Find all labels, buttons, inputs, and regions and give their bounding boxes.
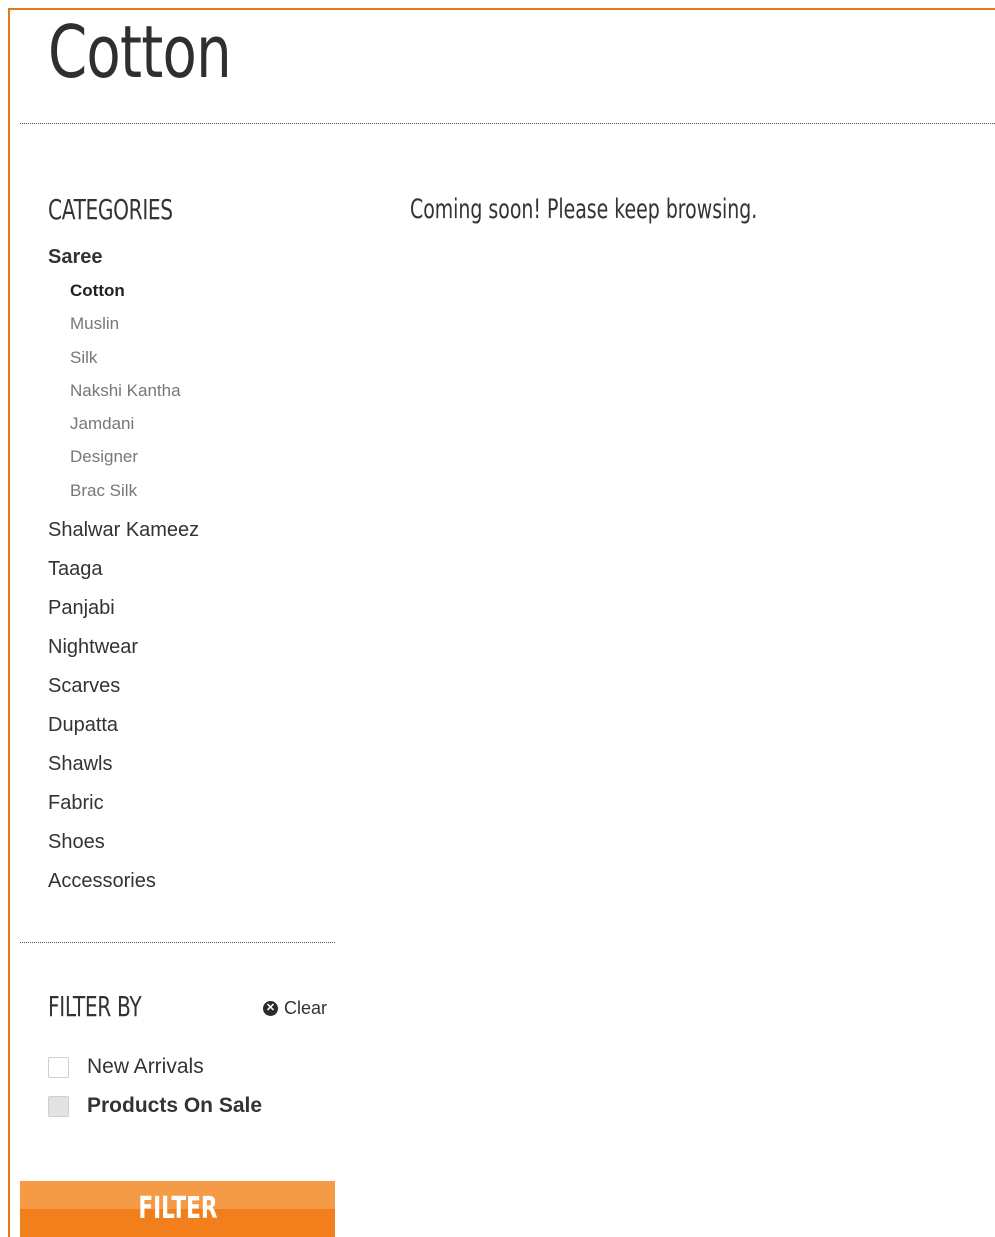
- category-item-fabric[interactable]: Fabric: [48, 784, 338, 823]
- filter-option-new-arrivals[interactable]: New Arrivals: [48, 1054, 204, 1080]
- subcategory-list: Cotton Muslin Silk Nakshi Kantha Jamdani…: [48, 274, 338, 507]
- filter-heading: FILTER BY: [48, 990, 142, 1023]
- filter-button[interactable]: FILTER: [20, 1181, 335, 1237]
- category-list: Saree Cotton Muslin Silk Nakshi Kantha J…: [48, 242, 338, 901]
- category-item-dupatta[interactable]: Dupatta: [48, 706, 338, 745]
- new-arrivals-checkbox[interactable]: [48, 1056, 69, 1078]
- category-item-nightwear[interactable]: Nightwear: [48, 628, 338, 667]
- subcategory-item-designer[interactable]: Designer: [70, 440, 338, 473]
- page-title: Cotton: [48, 10, 232, 94]
- category-item-shoes[interactable]: Shoes: [48, 823, 338, 862]
- clear-filter-link[interactable]: ✕ Clear: [263, 997, 327, 1019]
- category-item-shawls[interactable]: Shawls: [48, 745, 338, 784]
- category-item-panjabi[interactable]: Panjabi: [48, 589, 338, 628]
- subcategory-group: Cotton Muslin Silk Nakshi Kantha Jamdani…: [48, 274, 338, 507]
- clear-label: Clear: [284, 998, 328, 1018]
- category-item-accessories[interactable]: Accessories: [48, 862, 338, 901]
- coming-soon-message: Coming soon! Please keep browsing.: [410, 194, 758, 225]
- close-circle-icon: ✕: [263, 1000, 278, 1016]
- sidebar-divider: [20, 942, 335, 943]
- category-item-scarves[interactable]: Scarves: [48, 667, 338, 706]
- subcategory-item-brac-silk[interactable]: Brac Silk: [70, 474, 338, 507]
- subcategory-item-muslin[interactable]: Muslin: [70, 307, 338, 340]
- new-arrivals-label: New Arrivals: [87, 1055, 204, 1078]
- title-divider: [20, 123, 995, 124]
- category-item-saree[interactable]: Saree: [48, 242, 338, 272]
- subcategory-item-silk[interactable]: Silk: [70, 341, 338, 374]
- subcategory-item-jamdani[interactable]: Jamdani: [70, 407, 338, 440]
- category-item-shalwar-kameez[interactable]: Shalwar Kameez: [48, 511, 338, 550]
- filter-option-products-on-sale[interactable]: Products On Sale: [48, 1093, 262, 1119]
- subcategory-item-nakshi-kantha[interactable]: Nakshi Kantha: [70, 374, 338, 407]
- subcategory-item-cotton[interactable]: Cotton: [70, 274, 338, 307]
- products-on-sale-label: Products On Sale: [87, 1094, 263, 1117]
- filter-button-label: FILTER: [137, 1191, 218, 1226]
- category-item-taaga[interactable]: Taaga: [48, 550, 338, 589]
- products-on-sale-checkbox[interactable]: [48, 1095, 69, 1117]
- categories-heading: CATEGORIES: [48, 193, 173, 226]
